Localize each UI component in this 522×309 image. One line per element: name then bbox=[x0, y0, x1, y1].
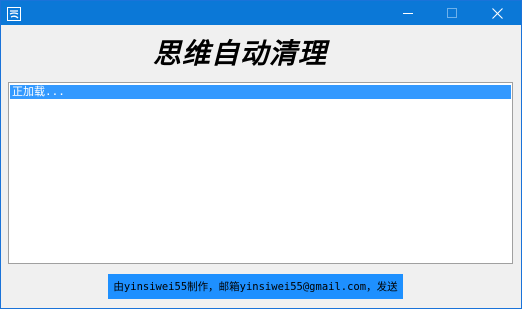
maximize-button[interactable] bbox=[429, 1, 475, 25]
list-item[interactable]: 正加载... bbox=[10, 85, 511, 99]
author-contact-link[interactable]: 由yinsiwei55制作，邮箱yinsiwei55@gmail.com，发送 bbox=[108, 274, 403, 299]
close-icon bbox=[491, 7, 503, 19]
minimize-icon bbox=[403, 13, 413, 14]
page-title: 思维自动清理 bbox=[152, 37, 327, 70]
minimize-button[interactable] bbox=[385, 1, 431, 25]
title-bar[interactable] bbox=[1, 1, 521, 25]
app-logo-icon[interactable] bbox=[7, 6, 21, 21]
close-button[interactable] bbox=[474, 1, 520, 25]
maximize-icon bbox=[447, 8, 457, 18]
log-list[interactable]: 正加载... bbox=[8, 82, 513, 264]
app-window: 思维自动清理 正加载... 由yinsiwei55制作，邮箱yinsiwei55… bbox=[0, 0, 522, 309]
